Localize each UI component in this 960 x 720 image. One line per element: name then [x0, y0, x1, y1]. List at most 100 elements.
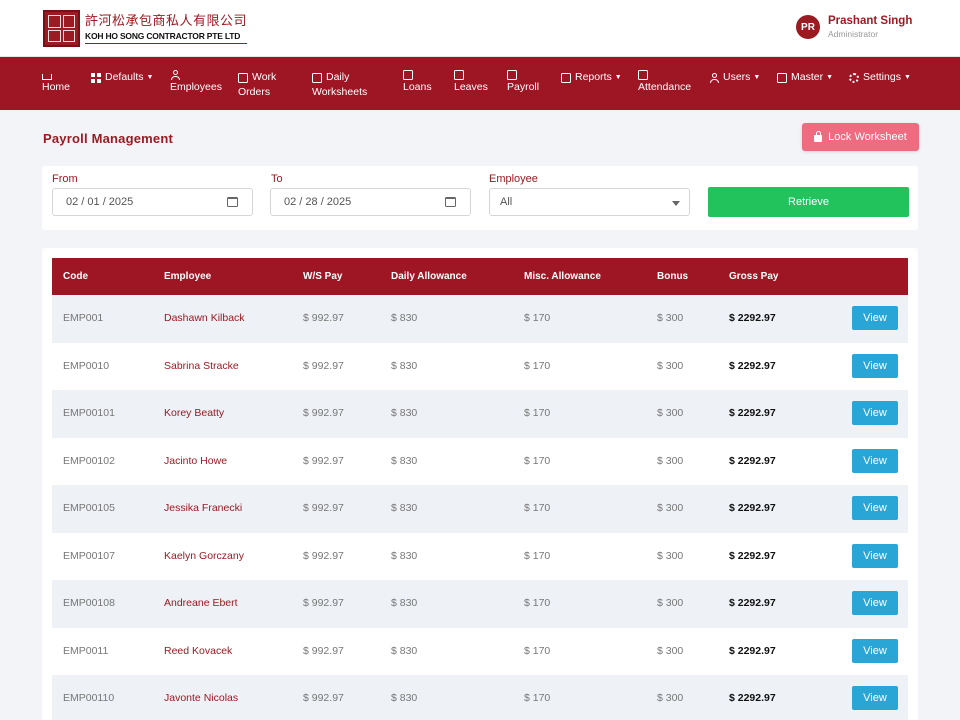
lock-worksheet-button[interactable]: Lock Worksheet: [802, 123, 919, 151]
grid-icon: [91, 72, 101, 83]
from-date-input[interactable]: 02 / 01 / 2025: [52, 188, 253, 216]
table-body: EMP001 Dashawn Kilback $ 992.97 $ 830 $ 170 $…: [52, 295, 908, 720]
nav-item-work-orders[interactable]: Work Orders: [238, 70, 276, 100]
cell-daily-allowance: $ 830: [391, 692, 418, 704]
nav-item-master[interactable]: Master ▼: [777, 70, 833, 85]
table-row: EMP00108 Andreane Ebert $ 992.97 $ 830 $ 170…: [52, 580, 908, 628]
users-icon: [709, 72, 719, 83]
cell-gross-pay: $ 2292.97: [729, 597, 776, 609]
retrieve-button[interactable]: Retrieve: [708, 187, 909, 217]
cell-gross-pay: $ 2292.97: [729, 407, 776, 419]
cell-daily-allowance: $ 830: [391, 549, 418, 562]
money-icon: [403, 70, 413, 80]
cell-employee-name[interactable]: Javonte Nicolas: [164, 675, 238, 720]
column-header-bonus[interactable]: Bonus: [657, 258, 688, 295]
nav-item-label: Settings: [863, 71, 901, 83]
cell-code: EMP00107: [63, 549, 115, 562]
top-header: 許河松承包商私人有限公司 KOH HO SONG CONTRACTOR PTE …: [0, 0, 960, 57]
cell-code: EMP00105: [63, 502, 115, 514]
cell-gross-pay: $ 2292.97: [729, 454, 776, 467]
nav-item-loans[interactable]: Loans: [403, 70, 432, 95]
cell-misc-allowance: $ 170: [524, 644, 551, 657]
table-header: Code Employee W/S Pay Daily Allowance Mi…: [52, 258, 908, 295]
logo-seal-icon: [43, 10, 80, 47]
cell-employee-name[interactable]: Jessika Franecki: [164, 485, 242, 533]
view-button[interactable]: View: [852, 591, 898, 615]
cell-bonus: $ 300: [657, 454, 684, 467]
table-row: EMP0010 Sabrina Stracke $ 992.97 $ 830 $ 170…: [52, 342, 908, 391]
view-button[interactable]: View: [852, 306, 898, 330]
from-label: From: [52, 173, 78, 185]
nav-item-daily-worksheets[interactable]: Daily Worksheets: [312, 70, 367, 100]
cell-employee-name[interactable]: Andreane Ebert: [164, 580, 238, 628]
chevron-down-icon: ▼: [146, 74, 154, 81]
nav-item-leaves[interactable]: Leaves: [454, 70, 488, 95]
gear-icon: [849, 72, 859, 83]
nav-item-users[interactable]: Users ▼: [709, 70, 760, 85]
employee-select[interactable]: All: [489, 188, 690, 216]
nav-item-label-2: Orders: [238, 86, 271, 98]
column-header-code[interactable]: Code: [63, 258, 88, 295]
user-menu[interactable]: PR Prashant Singh Administrator: [796, 14, 912, 40]
nav-item-label: Defaults: [105, 71, 144, 83]
cell-ws-pay: $ 992.97: [303, 597, 344, 609]
cell-code: EMP0010: [63, 359, 110, 372]
cell-bonus: $ 300: [657, 359, 684, 372]
column-header-ws-pay[interactable]: W/S Pay: [303, 258, 342, 295]
cell-employee-name[interactable]: Korey Beatty: [164, 390, 224, 438]
column-header-gross-pay[interactable]: Gross Pay: [729, 258, 778, 295]
to-date-value: 02 / 28 / 2025: [284, 196, 352, 208]
cell-daily-allowance: $ 830: [391, 312, 418, 324]
cell-employee-name[interactable]: Sabrina Stracke: [164, 343, 239, 391]
nav-item-attendance[interactable]: Attendance: [638, 70, 691, 95]
view-button[interactable]: View: [852, 543, 898, 568]
table-row: EMP00110 Javonte Nicolas $ 992.97 $ 830 $ 17…: [52, 675, 908, 720]
avatar[interactable]: PR: [796, 15, 820, 39]
company-name-chinese: 許河松承包商私人有限公司: [85, 13, 248, 29]
nav-item-employees[interactable]: Employees: [170, 70, 222, 95]
cell-bonus: $ 300: [657, 597, 684, 609]
view-button[interactable]: View: [852, 638, 898, 663]
cell-employee-name[interactable]: Reed Kovacek: [164, 628, 232, 676]
view-button[interactable]: View: [852, 686, 898, 710]
nav-item-label: Home: [42, 81, 71, 93]
view-button[interactable]: View: [852, 448, 898, 473]
cell-employee-name[interactable]: Kaelyn Gorczany: [164, 533, 244, 581]
cell-ws-pay: $ 992.97: [303, 644, 344, 657]
company-name-english: KOH HO SONG CONTRACTOR PTE LTD: [85, 30, 248, 44]
nav-item-label: Daily: [326, 71, 350, 83]
cell-employee-name[interactable]: Dashawn Kilback: [164, 295, 245, 343]
main-nav: Home Defaults ▼ Employees Work Orders Dai…: [0, 57, 960, 110]
nav-item-home[interactable]: Home: [42, 70, 70, 95]
cell-employee-name[interactable]: Jacinto Howe: [164, 438, 227, 486]
column-header-employee[interactable]: Employee: [164, 258, 211, 295]
cell-gross-pay: $ 2292.97: [729, 502, 776, 514]
cell-misc-allowance: $ 170: [524, 359, 551, 372]
table-row: EMP00105 Jessika Franecki $ 992.97 $ 830 $ 1…: [52, 485, 908, 533]
chevron-down-icon: ▼: [826, 74, 834, 81]
view-button[interactable]: View: [852, 401, 898, 425]
nav-item-settings[interactable]: Settings ▼: [849, 70, 911, 85]
cell-misc-allowance: $ 170: [524, 597, 551, 609]
lock-worksheet-label: Lock Worksheet: [828, 131, 907, 143]
cell-ws-pay: $ 992.97: [303, 407, 344, 419]
nav-item-reports[interactable]: Reports ▼: [561, 70, 622, 85]
view-button[interactable]: View: [852, 496, 898, 520]
calendar-icon[interactable]: [227, 197, 238, 207]
nav-item-payroll[interactable]: Payroll: [507, 70, 539, 95]
table-row: EMP00107 Kaelyn Gorczany $ 992.97 $ 830 $ 17…: [52, 532, 908, 581]
view-button[interactable]: View: [852, 353, 898, 378]
to-date-input[interactable]: 02 / 28 / 2025: [270, 188, 471, 216]
nav-item-label: Loans: [403, 81, 432, 93]
column-header-daily-allowance[interactable]: Daily Allowance: [391, 258, 467, 295]
company-logo[interactable]: 許河松承包商私人有限公司 KOH HO SONG CONTRACTOR PTE …: [43, 10, 248, 47]
cell-daily-allowance: $ 830: [391, 407, 418, 419]
nav-item-defaults[interactable]: Defaults ▼: [91, 70, 153, 85]
cell-daily-allowance: $ 830: [391, 597, 418, 609]
calendar-icon[interactable]: [445, 197, 456, 207]
column-header-misc-allowance[interactable]: Misc. Allowance: [524, 258, 601, 295]
table-row: EMP00102 Jacinto Howe $ 992.97 $ 830 $ 170 $ …: [52, 437, 908, 486]
cell-ws-pay: $ 992.97: [303, 692, 344, 704]
cell-misc-allowance: $ 170: [524, 549, 551, 562]
cell-ws-pay: $ 992.97: [303, 549, 344, 562]
